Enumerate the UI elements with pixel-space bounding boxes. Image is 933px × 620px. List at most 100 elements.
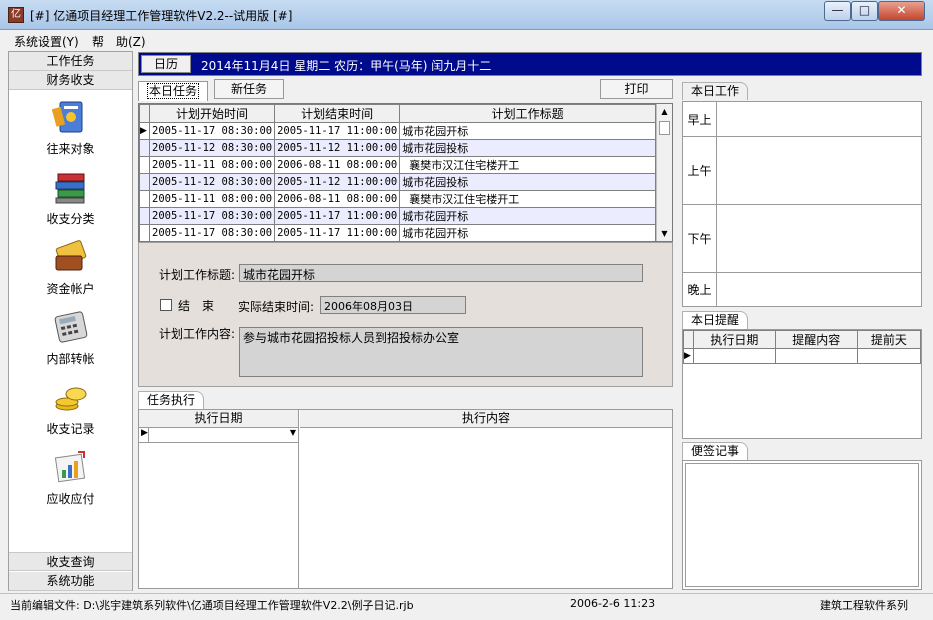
actual-end-field[interactable]: 2006年08月03日 <box>320 296 466 314</box>
table-row[interactable]: 2005-11-11 08:00:00 2006-08-11 08:00:00 襄… <box>139 156 656 174</box>
start-time-cell[interactable]: 2005-11-17 08:30:00 <box>148 207 276 225</box>
slot-afternoon[interactable]: 下午 <box>683 205 921 273</box>
detail-content-label: 计划工作内容: <box>159 327 236 341</box>
done-checkbox[interactable] <box>160 299 172 311</box>
nav-item-label: 往来对象 <box>46 142 95 156</box>
status-current-file: 当前编辑文件: D:\兆宇建筑系列软件\亿通项目经理工作管理软件V2.2\例子日… <box>10 599 414 612</box>
title-cell[interactable]: 襄樊市汉江住宅楼开工 <box>399 190 656 208</box>
row-indicator <box>139 207 150 225</box>
slot-label: 早上 <box>683 102 717 136</box>
minimize-button[interactable]: — <box>824 1 851 21</box>
nav-item-fund-account[interactable]: 资金帐户 <box>9 238 132 297</box>
reminder-cell[interactable] <box>856 348 922 364</box>
reminder-cell[interactable] <box>693 348 776 364</box>
exec-content-header[interactable]: 执行内容 <box>300 410 672 428</box>
nav-item-contacts[interactable]: 往来对象 <box>9 98 132 157</box>
row-indicator <box>139 173 150 191</box>
exec-date-cell[interactable] <box>148 428 297 442</box>
table-row[interactable]: 2005-11-12 08:30:00 2005-11-12 11:00:00 城市… <box>139 173 656 191</box>
col-reminder-content[interactable]: 提醒内容 <box>774 330 858 349</box>
menu-system-settings[interactable]: 系统设置(Y) <box>14 33 79 50</box>
nav-item-internal-transfer[interactable]: 内部转帐 <box>9 308 132 367</box>
nav-header-query[interactable]: 收支查询 <box>9 552 132 571</box>
close-button[interactable]: ✕ <box>878 1 925 21</box>
title-bar: 亿 [#] 亿通项目经理工作管理软件V2.2--试用版 [#] — □ ✕ <box>0 0 933 30</box>
slot-label: 下午 <box>683 205 717 272</box>
row-indicator-header <box>139 104 150 123</box>
reminder-cell[interactable] <box>774 348 858 364</box>
tab-today-tasks-label: 本日任务 <box>146 83 199 99</box>
calendar-tab[interactable]: 日历 <box>141 55 191 73</box>
detail-content-field[interactable]: 参与城市花园招投标人员到招投标办公室 <box>239 327 643 377</box>
task-detail-panel: 计划工作标题: 城市花园开标 结 束 实际结束时间: 2006年08月03日 计… <box>138 242 673 387</box>
table-row[interactable]: 2005-11-11 08:00:00 2006-08-11 08:00:00 襄… <box>139 190 656 208</box>
col-planned-end[interactable]: 计划结束时间 <box>274 104 401 123</box>
title-cell[interactable]: 城市花园投标 <box>399 139 656 157</box>
task-rows: ▶ 2005-11-17 08:30:00 2005-11-17 11:00:00 城… <box>139 122 656 241</box>
scroll-thumb[interactable] <box>659 121 670 135</box>
title-cell[interactable]: 襄樊市汉江住宅楼开工 <box>399 156 656 174</box>
end-time-cell[interactable]: 2005-11-12 11:00:00 <box>274 173 401 191</box>
tab-notes[interactable]: 便签记事 <box>682 442 749 460</box>
start-time-cell[interactable]: 2005-11-11 08:00:00 <box>148 156 276 174</box>
nav-header-work-tasks[interactable]: 工作任务 <box>9 52 132 71</box>
end-time-cell[interactable]: 2005-11-17 11:00:00 <box>274 224 401 241</box>
end-time-cell[interactable]: 2006-08-11 08:00:00 <box>274 190 401 208</box>
exec-content-area[interactable] <box>300 429 672 588</box>
start-time-cell[interactable]: 2005-11-17 08:30:00 <box>148 224 276 241</box>
end-time-cell[interactable]: 2006-08-11 08:00:00 <box>274 156 401 174</box>
table-row[interactable]: ▶ 2005-11-17 08:30:00 2005-11-17 11:00:00 城… <box>139 122 656 140</box>
exec-date-header[interactable]: 执行日期 <box>139 410 298 428</box>
nav-item-label: 内部转帐 <box>46 352 95 366</box>
col-planned-start[interactable]: 计划开始时间 <box>148 104 276 123</box>
detail-title-field[interactable]: 城市花园开标 <box>239 264 643 282</box>
print-button[interactable]: 打印 <box>600 79 673 99</box>
books-icon <box>55 173 84 204</box>
contacts-icon <box>51 101 82 133</box>
start-time-cell[interactable]: 2005-11-12 08:30:00 <box>148 139 276 157</box>
start-time-cell[interactable]: 2005-11-11 08:00:00 <box>148 190 276 208</box>
title-cell[interactable]: 城市花园开标 <box>399 224 656 241</box>
scroll-down-icon[interactable]: ▼ <box>657 226 672 241</box>
notes-panel <box>682 460 922 590</box>
title-cell[interactable]: 城市花园开标 <box>399 207 656 225</box>
nav-header-system[interactable]: 系统功能 <box>9 572 132 591</box>
col-planned-title[interactable]: 计划工作标题 <box>399 104 656 123</box>
title-cell[interactable]: 城市花园投标 <box>399 173 656 191</box>
tab-today-reminder[interactable]: 本日提醒 <box>682 311 749 329</box>
table-row[interactable]: 2005-11-12 08:30:00 2005-11-12 11:00:00 城市… <box>139 139 656 157</box>
title-cell[interactable]: 城市花园开标 <box>399 122 656 140</box>
nav-header-finance[interactable]: 财务收支 <box>9 71 132 90</box>
col-reminder-days[interactable]: 提前天 <box>856 330 922 349</box>
nav-item-receivable-payable[interactable]: 应收应付 <box>9 448 132 507</box>
start-time-cell[interactable]: 2005-11-12 08:30:00 <box>148 173 276 191</box>
slot-evening[interactable]: 晚上 <box>683 273 921 306</box>
app-icon[interactable]: 亿 <box>8 7 24 23</box>
tab-today-work[interactable]: 本日工作 <box>682 82 749 100</box>
task-table: 计划开始时间 计划结束时间 计划工作标题 ▶ 2005-11-17 08:30:0… <box>138 103 673 242</box>
maximize-button[interactable]: □ <box>851 1 878 21</box>
dropdown-arrow-icon[interactable]: ▼ <box>290 428 296 437</box>
table-row[interactable]: 2005-11-17 08:30:002005-11-17 11:00:00城市… <box>139 224 656 241</box>
menu-help[interactable]: 帮 助(Z) <box>92 33 146 50</box>
slot-morning-early[interactable]: 早上 <box>683 102 921 137</box>
slot-morning[interactable]: 上午 <box>683 137 921 205</box>
end-time-cell[interactable]: 2005-11-12 11:00:00 <box>274 139 401 157</box>
nav-item-records[interactable]: 收支记录 <box>9 378 132 437</box>
scroll-up-icon[interactable]: ▲ <box>657 104 672 119</box>
task-table-scrollbar[interactable]: ▲ ▼ <box>656 104 672 241</box>
col-reminder-date[interactable]: 执行日期 <box>693 330 776 349</box>
coins-icon <box>55 387 86 411</box>
nav-item-categories[interactable]: 收支分类 <box>9 168 132 227</box>
table-row[interactable]: 2005-11-17 08:30:002005-11-17 11:00:00城市… <box>139 207 656 225</box>
row-indicator-header <box>683 330 694 349</box>
notes-textarea[interactable] <box>685 463 919 587</box>
new-task-button[interactable]: 新任务 <box>214 79 284 99</box>
exec-date-row[interactable]: ▶ ▼ <box>139 428 298 443</box>
start-time-cell[interactable]: 2005-11-17 08:30:00 <box>148 122 276 140</box>
tab-today-tasks[interactable]: 本日任务 <box>138 81 208 101</box>
reminder-grid: 执行日期 提醒内容 提前天 ▶ <box>683 330 922 364</box>
end-time-cell[interactable]: 2005-11-17 11:00:00 <box>274 207 401 225</box>
end-time-cell[interactable]: 2005-11-17 11:00:00 <box>274 122 401 140</box>
tab-task-execution[interactable]: 任务执行 <box>138 391 205 409</box>
